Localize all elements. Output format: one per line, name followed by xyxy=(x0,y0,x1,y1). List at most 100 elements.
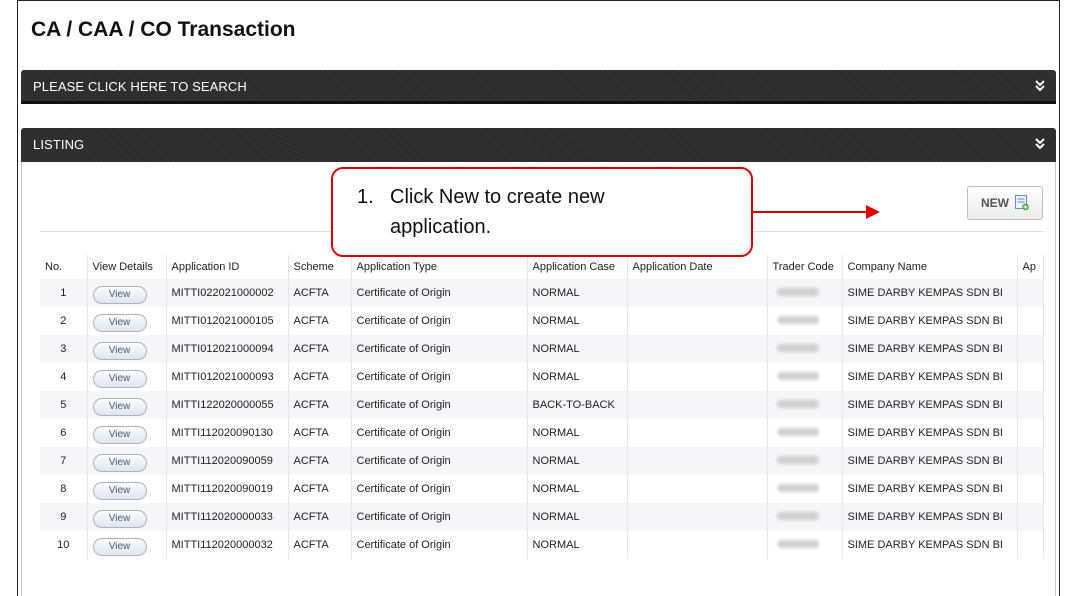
application-case: NORMAL xyxy=(527,419,628,447)
view-button[interactable]: View xyxy=(92,314,147,332)
trader-code xyxy=(767,307,843,335)
application-type: Certificate of Origin xyxy=(351,307,528,335)
view-button[interactable]: View xyxy=(92,342,147,360)
view-cell: View xyxy=(87,419,167,447)
company-name: SIME DARBY KEMPAS SDN BI xyxy=(842,391,1018,419)
column-header-application-id[interactable]: Application ID xyxy=(166,255,289,279)
redacted-trader-code xyxy=(776,344,819,352)
row-number: 10 xyxy=(40,531,88,559)
double-chevron-down-icon[interactable] xyxy=(1032,76,1048,96)
company-name: SIME DARBY KEMPAS SDN BI xyxy=(842,279,1018,307)
view-cell: View xyxy=(87,363,167,391)
company-name: SIME DARBY KEMPAS SDN BI xyxy=(842,419,1018,447)
view-button[interactable]: View xyxy=(92,510,147,528)
scheme: ACFTA xyxy=(288,363,352,391)
redacted-trader-code xyxy=(776,540,819,548)
application-type: Certificate of Origin xyxy=(351,335,528,363)
view-button[interactable]: View xyxy=(92,370,147,388)
double-chevron-down-icon[interactable] xyxy=(1032,134,1048,154)
scheme: ACFTA xyxy=(288,307,352,335)
callout-number: 1. xyxy=(357,186,374,208)
application-id: MITTI112020090130 xyxy=(166,419,289,447)
application-date xyxy=(627,503,768,531)
view-button[interactable]: View xyxy=(92,286,147,304)
ap-cell xyxy=(1017,279,1044,307)
row-number: 8 xyxy=(40,475,88,503)
view-button[interactable]: View xyxy=(92,454,147,472)
column-header-application-case[interactable]: Application Case xyxy=(527,255,628,279)
trader-code xyxy=(767,363,843,391)
column-header-trader-code[interactable]: Trader Code xyxy=(767,255,843,279)
row-number: 7 xyxy=(40,447,88,475)
column-header-view-details: View Details xyxy=(87,255,167,279)
callout-arrow-line xyxy=(753,211,868,213)
ap-cell xyxy=(1017,363,1044,391)
application-date xyxy=(627,447,768,475)
application-case: NORMAL xyxy=(527,335,628,363)
row-number: 1 xyxy=(40,279,88,307)
trader-code xyxy=(767,419,843,447)
callout-text-line2: application. xyxy=(390,216,492,238)
redacted-trader-code xyxy=(776,316,819,324)
view-button[interactable]: View xyxy=(92,482,147,500)
view-cell: View xyxy=(87,279,167,307)
row-number: 3 xyxy=(40,335,88,363)
ap-cell xyxy=(1017,419,1044,447)
view-button[interactable]: View xyxy=(92,538,147,556)
table-row: 10 View MITTI112020000032 ACFTA Certificate … xyxy=(40,531,1044,559)
application-type: Certificate of Origin xyxy=(351,391,528,419)
company-name: SIME DARBY KEMPAS SDN BI xyxy=(842,335,1018,363)
company-name: SIME DARBY KEMPAS SDN BI xyxy=(842,363,1018,391)
application-case: NORMAL xyxy=(527,531,628,559)
application-id: MITTI112020090059 xyxy=(166,447,289,475)
column-header-application-type[interactable]: Application Type xyxy=(351,255,528,279)
page-title: CA / CAA / CO Transaction xyxy=(31,18,296,41)
new-button[interactable]: NEW xyxy=(967,186,1043,220)
application-case: NORMAL xyxy=(527,307,628,335)
application-id: MITTI022021000002 xyxy=(166,279,289,307)
trader-code xyxy=(767,475,843,503)
table-row: 2 View MITTI012021000105 ACFTA Certificate o… xyxy=(40,307,1044,335)
scheme: ACFTA xyxy=(288,419,352,447)
ap-cell xyxy=(1017,447,1044,475)
view-button[interactable]: View xyxy=(92,426,147,444)
trader-code xyxy=(767,279,843,307)
trader-code xyxy=(767,531,843,559)
application-id: MITTI012021000093 xyxy=(166,363,289,391)
view-cell: View xyxy=(87,503,167,531)
view-cell: View xyxy=(87,475,167,503)
trader-code xyxy=(767,335,843,363)
search-panel-header[interactable]: PLEASE CLICK HERE TO SEARCH xyxy=(21,70,1056,104)
company-name: SIME DARBY KEMPAS SDN BI xyxy=(842,307,1018,335)
application-date xyxy=(627,335,768,363)
column-header-no[interactable]: No. xyxy=(40,255,88,279)
callout-text-line1: Click New to create new xyxy=(390,186,605,208)
table-row: 5 View MITTI122020000055 ACFTA Certificate o… xyxy=(40,391,1044,419)
company-name: SIME DARBY KEMPAS SDN BI xyxy=(842,503,1018,531)
redacted-trader-code xyxy=(776,400,819,408)
table-row: 4 View MITTI012021000093 ACFTA Certificate o… xyxy=(40,363,1044,391)
application-case: NORMAL xyxy=(527,447,628,475)
instruction-callout: 1. Click New to create new application. xyxy=(331,167,753,257)
column-header-application-date[interactable]: Application Date xyxy=(627,255,768,279)
scheme: ACFTA xyxy=(288,503,352,531)
row-number: 2 xyxy=(40,307,88,335)
application-type: Certificate of Origin xyxy=(351,447,528,475)
column-header-scheme[interactable]: Scheme xyxy=(288,255,352,279)
new-document-icon xyxy=(1015,195,1029,211)
column-header-company-name[interactable]: Company Name xyxy=(842,255,1018,279)
scheme: ACFTA xyxy=(288,531,352,559)
company-name: SIME DARBY KEMPAS SDN BI xyxy=(842,475,1018,503)
application-type: Certificate of Origin xyxy=(351,419,528,447)
application-type: Certificate of Origin xyxy=(351,531,528,559)
column-header-ap[interactable]: Ap xyxy=(1017,255,1044,279)
table-row: 6 View MITTI112020090130 ACFTA Certificate o… xyxy=(40,419,1044,447)
ap-cell xyxy=(1017,531,1044,559)
application-type: Certificate of Origin xyxy=(351,279,528,307)
application-type: Certificate of Origin xyxy=(351,363,528,391)
redacted-trader-code xyxy=(776,372,819,380)
view-button[interactable]: View xyxy=(92,398,147,416)
ap-cell xyxy=(1017,335,1044,363)
listing-panel-header[interactable]: LISTING xyxy=(21,128,1056,162)
redacted-trader-code xyxy=(776,456,819,464)
